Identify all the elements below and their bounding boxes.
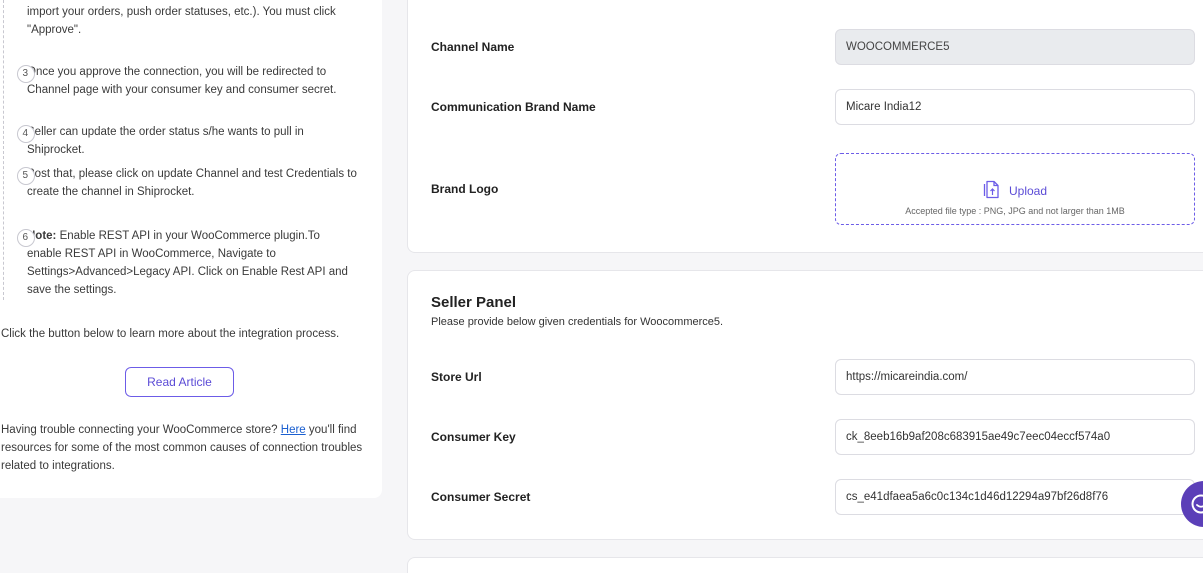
upload-file-icon (983, 180, 999, 199)
brand-logo-label: Brand Logo (431, 182, 499, 196)
learn-more-text: Click the button below to learn more abo… (1, 328, 340, 340)
trouble-prefix: Having trouble connecting your WooCommer… (1, 424, 281, 436)
step-text: Post that, please click on update Channe… (27, 168, 357, 198)
step-2-text-tail: import your orders, push order statuses,… (27, 6, 336, 36)
seller-panel-subtitle: Please provide below given credentials f… (431, 316, 724, 328)
step-number: 5 (17, 167, 35, 185)
upload-row[interactable]: Upload (836, 180, 1194, 199)
step-5: 5 Post that, please click on update Chan… (17, 165, 357, 201)
here-link[interactable]: Here (281, 424, 306, 436)
step-4: 4 Seller can update the order status s/h… (17, 123, 357, 159)
brand-name-label: Communication Brand Name (431, 100, 596, 114)
step-number: 3 (17, 65, 35, 83)
step-text: Enable REST API in your WooCommerce plug… (27, 230, 348, 296)
step-number: 4 (17, 125, 35, 143)
step-number: 6 (17, 229, 35, 247)
channel-name-label: Channel Name (431, 40, 515, 54)
read-article-button[interactable]: Read Article (125, 367, 234, 397)
trouble-text: Having trouble connecting your WooCommer… (1, 421, 363, 475)
consumer-key-field[interactable]: ck_8eeb16b9af208c683915ae49c7eec04eccf57… (835, 419, 1195, 455)
brand-name-field[interactable]: Micare India12 (835, 89, 1195, 125)
brand-logo-upload-dropzone[interactable]: Upload Accepted file type : PNG, JPG and… (835, 153, 1195, 225)
upload-hint: Accepted file type : PNG, JPG and not la… (905, 206, 1125, 216)
step-3: 3 Once you approve the connection, you w… (17, 63, 357, 99)
step-6: 6 Note: Enable REST API in your WooComme… (17, 227, 357, 299)
store-url-field[interactable]: https://micareindia.com/ (835, 359, 1195, 395)
consumer-key-label: Consumer Key (431, 430, 516, 444)
step-text: Seller can update the order status s/he … (27, 126, 304, 156)
seller-panel-title: Seller Panel (431, 294, 517, 311)
step-text: Once you approve the connection, you wil… (27, 66, 337, 96)
store-url-label: Store Url (431, 370, 482, 384)
consumer-secret-field[interactable]: cs_e41dfaea5a6c0c134c1d46d12294a97bf26d8… (835, 479, 1195, 515)
integration-instructions-panel: import your orders, push order statuses,… (0, 0, 382, 498)
consumer-secret-label: Consumer Secret (431, 490, 531, 504)
channel-name-field: WOOCOMMERCE5 (835, 29, 1195, 65)
steps-connector-line (3, 0, 4, 300)
upload-label[interactable]: Upload (1009, 184, 1047, 198)
next-section-card (407, 557, 1203, 573)
